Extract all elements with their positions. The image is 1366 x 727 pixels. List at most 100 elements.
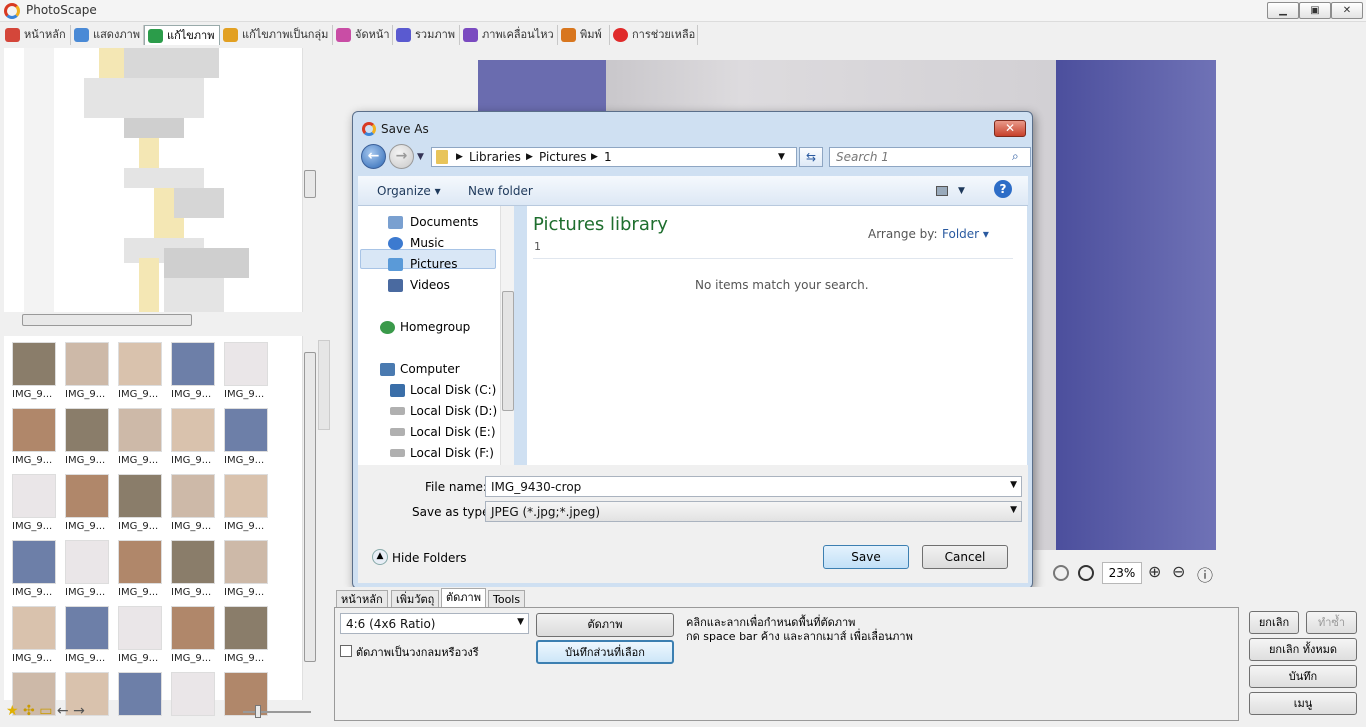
breadcrumb-pictures[interactable]: Pictures — [539, 150, 587, 164]
breadcrumb-libraries[interactable]: Libraries — [469, 150, 521, 164]
dialog-close-button[interactable]: ✕ — [994, 120, 1026, 137]
thumbs-vscroll-thumb[interactable] — [304, 352, 316, 662]
thumbnail[interactable] — [65, 408, 109, 452]
thumbnail[interactable] — [12, 408, 56, 452]
thumbnail[interactable] — [12, 540, 56, 584]
file-list[interactable]: Pictures library 1 Arrange by: Folder ▾ … — [527, 206, 1027, 465]
thumbnail[interactable] — [118, 342, 162, 386]
navpane-scroll-thumb[interactable] — [502, 291, 514, 411]
tab-animated-gif[interactable]: ภาพเคลื่อนไหว — [460, 25, 558, 45]
save-selection-button[interactable]: บันทึกส่วนที่เลือก — [536, 640, 674, 664]
thumbnail[interactable] — [224, 606, 268, 650]
thumbnail[interactable] — [12, 474, 56, 518]
search-box[interactable]: Search 1 ⌕ — [829, 147, 1031, 167]
zoom-actual-icon[interactable] — [1078, 565, 1094, 581]
tab-batch-editor[interactable]: แก้ไขภาพเป็นกลุ่ม — [220, 25, 333, 45]
maximize-button[interactable]: ▣ — [1299, 2, 1331, 19]
thumbnail[interactable] — [65, 540, 109, 584]
panel-collapse-handle[interactable] — [318, 340, 330, 430]
thumbnail[interactable] — [65, 474, 109, 518]
refresh-button[interactable]: ⇆ — [799, 147, 823, 167]
tab-help[interactable]: การช่วยเหลือ — [610, 25, 698, 45]
organize-button[interactable]: Organize ▾ — [377, 184, 441, 198]
rotate-icon[interactable]: ✣ — [23, 703, 35, 719]
zoom-out-icon[interactable]: ⊖ — [1172, 562, 1185, 581]
crop-button[interactable]: ตัดภาพ — [536, 613, 674, 637]
tree-vscrollbar[interactable] — [302, 48, 317, 312]
thumbnail[interactable] — [118, 474, 162, 518]
folder-tree[interactable] — [4, 48, 302, 312]
nav-drive-d[interactable]: Local Disk (D:) — [410, 404, 497, 418]
file-name-input[interactable]: IMG_9430-crop ▼ — [485, 476, 1022, 497]
cancel-button[interactable]: Cancel — [922, 545, 1008, 569]
tree-hscrollbar[interactable] — [4, 312, 302, 328]
view-icon[interactable] — [936, 186, 948, 196]
tab-tools[interactable]: Tools — [488, 590, 526, 608]
save-type-select[interactable]: JPEG (*.jpg;*.jpeg) ▼ — [485, 501, 1022, 522]
help-icon[interactable]: ? — [994, 180, 1012, 198]
breadcrumb-1[interactable]: 1 — [604, 150, 612, 164]
tab-editor[interactable]: แก้ไขภาพ — [144, 25, 220, 45]
thumbnail[interactable] — [65, 606, 109, 650]
nav-drive-e[interactable]: Local Disk (E:) — [410, 425, 496, 439]
thumbnail[interactable] — [118, 540, 162, 584]
nav-homegroup[interactable]: Homegroup — [400, 320, 470, 334]
thumbnail[interactable] — [65, 342, 109, 386]
back-arrow-icon[interactable]: ← — [361, 144, 386, 169]
star-icon[interactable]: ★ — [6, 703, 19, 719]
tab-crop[interactable]: ตัดภาพ — [441, 588, 486, 609]
info-icon[interactable]: ⓘ — [1197, 562, 1213, 586]
thumb-size-handle[interactable] — [255, 705, 261, 718]
thumbnail[interactable] — [224, 672, 268, 716]
nav-documents[interactable]: Documents — [410, 215, 478, 229]
thumbnail[interactable] — [171, 342, 215, 386]
tree-hscroll-thumb[interactable] — [22, 314, 192, 326]
save-button[interactable]: Save — [823, 545, 909, 569]
tab-viewer[interactable]: แสดงภาพ — [71, 25, 144, 45]
nav-pictures[interactable]: Pictures — [410, 257, 458, 271]
thumbnail[interactable] — [12, 606, 56, 650]
tab-print[interactable]: พิมพ์ — [558, 25, 610, 45]
thumbnail[interactable] — [118, 408, 162, 452]
undo-button[interactable]: ยกเลิก — [1249, 611, 1299, 634]
address-bar[interactable]: ▶ Libraries ▶ Pictures ▶ 1 ▼ — [431, 147, 797, 167]
thumbnail[interactable] — [171, 408, 215, 452]
close-button[interactable]: ✕ — [1331, 2, 1363, 19]
zoom-fit-icon[interactable] — [1053, 565, 1069, 581]
thumbnail[interactable] — [118, 672, 162, 716]
new-folder-button[interactable]: New folder — [468, 184, 533, 198]
forward-arrow-icon[interactable]: → — [389, 144, 414, 169]
address-dropdown-icon[interactable]: ▼ — [778, 152, 785, 162]
tab-add-object[interactable]: เพิ่มวัตถุ — [391, 590, 440, 608]
thumbnail[interactable] — [224, 540, 268, 584]
thumb-size-slider[interactable] — [243, 705, 311, 718]
hide-folders-icon[interactable]: ▲ — [372, 549, 388, 565]
view-dropdown-icon[interactable]: ▼ — [958, 186, 965, 196]
thumbs-vscrollbar[interactable] — [302, 336, 317, 700]
zoom-in-icon[interactable]: ⊕ — [1148, 562, 1161, 581]
folder-icon[interactable]: ▭ — [39, 703, 52, 719]
navpane-scrollbar[interactable] — [500, 206, 514, 465]
save-edit-button[interactable]: บันทึก — [1249, 665, 1357, 688]
thumbnail[interactable] — [12, 342, 56, 386]
thumbnail[interactable] — [224, 408, 268, 452]
thumbnail[interactable] — [171, 606, 215, 650]
nav-music[interactable]: Music — [410, 236, 444, 250]
thumbnail[interactable] — [118, 606, 162, 650]
thumbnail[interactable] — [171, 540, 215, 584]
tab-combine[interactable]: รวมภาพ — [393, 25, 460, 45]
minimize-button[interactable]: ▁ — [1267, 2, 1299, 19]
back-icon[interactable]: ← — [57, 703, 69, 719]
tab-bottom-home[interactable]: หน้าหลัก — [336, 590, 388, 608]
thumbnail[interactable] — [171, 474, 215, 518]
tab-home[interactable]: หน้าหลัก — [2, 25, 71, 45]
nav-drive-c[interactable]: Local Disk (C:) — [410, 383, 496, 397]
nav-drive-f[interactable]: Local Disk (F:) — [410, 446, 494, 460]
file-name-dropdown-icon[interactable]: ▼ — [1010, 480, 1017, 490]
recent-dropdown-icon[interactable]: ▼ — [417, 152, 424, 162]
menu-button[interactable]: เมนู — [1249, 692, 1357, 715]
ratio-select[interactable]: 4:6 (4x6 Ratio) ▼ — [340, 613, 529, 634]
nav-videos[interactable]: Videos — [410, 278, 450, 292]
nav-computer[interactable]: Computer — [400, 362, 460, 376]
thumbnail[interactable] — [171, 672, 215, 716]
